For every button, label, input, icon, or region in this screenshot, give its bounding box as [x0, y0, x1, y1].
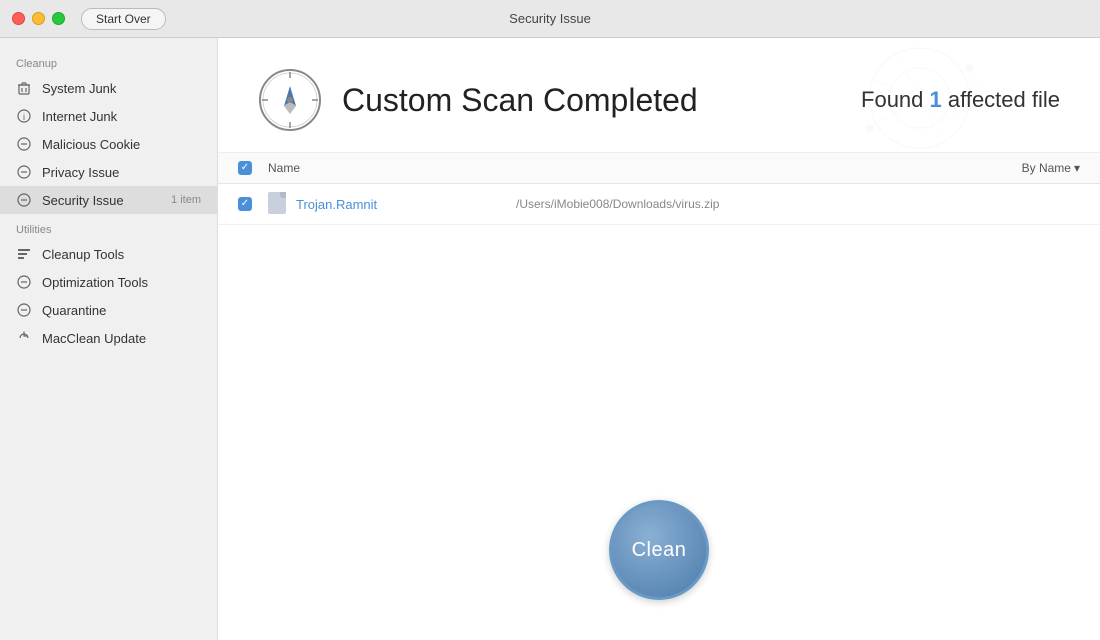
clean-button-area: Clean	[218, 440, 1100, 640]
sidebar: Cleanup System Junk i Internet Junk	[0, 38, 218, 640]
sidebar-item-quarantine-label: Quarantine	[42, 303, 106, 318]
found-text: Found 1 affected file	[861, 87, 1060, 113]
sidebar-item-malicious-cookie-label: Malicious Cookie	[42, 137, 140, 152]
sidebar-item-internet-junk-label: Internet Junk	[42, 109, 117, 124]
start-over-button[interactable]: Start Over	[81, 8, 166, 30]
scan-header: Custom Scan Completed Found 1 affected f…	[218, 38, 1100, 153]
row-checkbox[interactable]	[238, 197, 252, 211]
cookie-icon	[16, 136, 32, 152]
file-icon	[268, 192, 288, 216]
chevron-down-icon: ▾	[1074, 161, 1080, 175]
sidebar-item-cleanup-tools[interactable]: Cleanup Tools	[0, 240, 217, 268]
sidebar-item-privacy-issue-label: Privacy Issue	[42, 165, 119, 180]
row-check-col	[238, 197, 268, 211]
security-icon	[16, 192, 32, 208]
sidebar-item-security-issue-label: Security Issue	[42, 193, 124, 208]
maximize-button[interactable]	[52, 12, 65, 25]
sidebar-item-system-junk-label: System Junk	[42, 81, 116, 96]
file-path: /Users/iMobie008/Downloads/virus.zip	[516, 197, 719, 211]
privacy-icon	[16, 164, 32, 180]
select-all-checkbox[interactable]	[238, 161, 252, 175]
sidebar-item-security-issue[interactable]: Security Issue 1 item	[0, 186, 217, 214]
sidebar-item-macclean-update[interactable]: MacClean Update	[0, 324, 217, 352]
sidebar-item-macclean-update-label: MacClean Update	[42, 331, 146, 346]
window-controls	[0, 12, 65, 25]
minimize-button[interactable]	[32, 12, 45, 25]
trash-icon	[16, 80, 32, 96]
security-issue-badge: 1 item	[171, 194, 201, 206]
quarantine-icon	[16, 302, 32, 318]
sidebar-item-internet-junk[interactable]: i Internet Junk	[0, 102, 217, 130]
info-icon: i	[16, 108, 32, 124]
list-header: Name By Name ▾	[218, 153, 1100, 184]
sidebar-item-cleanup-tools-label: Cleanup Tools	[42, 247, 124, 262]
header-name-label: Name	[268, 161, 1022, 175]
scan-title: Custom Scan Completed	[342, 82, 698, 119]
sort-button[interactable]: By Name ▾	[1022, 161, 1080, 175]
app-body: Cleanup System Junk i Internet Junk	[0, 38, 1100, 640]
sidebar-item-optimization-tools-label: Optimization Tools	[42, 275, 148, 290]
close-button[interactable]	[12, 12, 25, 25]
main-content: Custom Scan Completed Found 1 affected f…	[218, 38, 1100, 640]
sidebar-item-privacy-issue[interactable]: Privacy Issue	[0, 158, 217, 186]
clean-button[interactable]: Clean	[609, 500, 709, 600]
cleanup-tools-icon	[16, 246, 32, 262]
titlebar: Start Over Security Issue	[0, 0, 1100, 38]
header-check-col	[238, 161, 268, 175]
sidebar-item-malicious-cookie[interactable]: Malicious Cookie	[0, 130, 217, 158]
optimization-icon	[16, 274, 32, 290]
table-row: Trojan.Ramnit /Users/iMobie008/Downloads…	[218, 184, 1100, 225]
update-icon	[16, 330, 32, 346]
sidebar-item-quarantine[interactable]: Quarantine	[0, 296, 217, 324]
titlebar-title: Security Issue	[509, 11, 591, 26]
sidebar-item-system-junk[interactable]: System Junk	[0, 74, 217, 102]
utilities-section-label: Utilities	[0, 214, 217, 240]
compass-icon	[258, 68, 322, 132]
header-left: Custom Scan Completed	[258, 68, 698, 132]
svg-text:i: i	[23, 112, 25, 122]
sidebar-item-optimization-tools[interactable]: Optimization Tools	[0, 268, 217, 296]
file-list-area: Name By Name ▾ Trojan.Ramnit /Users/iMob…	[218, 153, 1100, 440]
cleanup-section-label: Cleanup	[0, 48, 217, 74]
file-name: Trojan.Ramnit	[296, 197, 496, 212]
